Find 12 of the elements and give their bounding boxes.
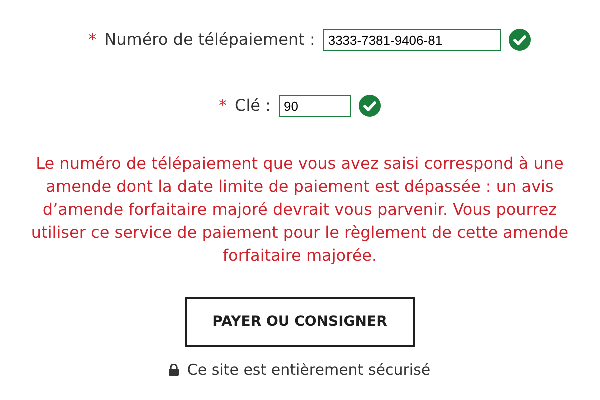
input-field[interactable]: 3333-7381-9406-81 xyxy=(323,29,502,51)
input-field[interactable]: 90 xyxy=(278,95,351,117)
field-label: Clé : xyxy=(235,95,271,117)
field-label: Numéro de télépaiement : xyxy=(104,29,316,51)
required-asterisk: * xyxy=(219,95,228,117)
checkmark-icon xyxy=(509,29,532,51)
submit-button[interactable]: PAYER OU CONSIGNER xyxy=(185,297,415,347)
lock-icon xyxy=(169,364,180,376)
checkmark-icon xyxy=(358,95,381,117)
required-asterisk: * xyxy=(88,29,97,51)
error-message: Le numéro de télépaiement que vous avez saisi correspond à une amende dont la date limite de paiement est dépassée : un avis d’amende forfaitaire majoré devrait vous parvenir. Vous pourrez utiliser ce service de paiement pour le règlement de cette amende forfaitaire majorée. xyxy=(30,153,570,267)
secure-note: Ce site est entièrement sécurisé xyxy=(187,360,431,381)
